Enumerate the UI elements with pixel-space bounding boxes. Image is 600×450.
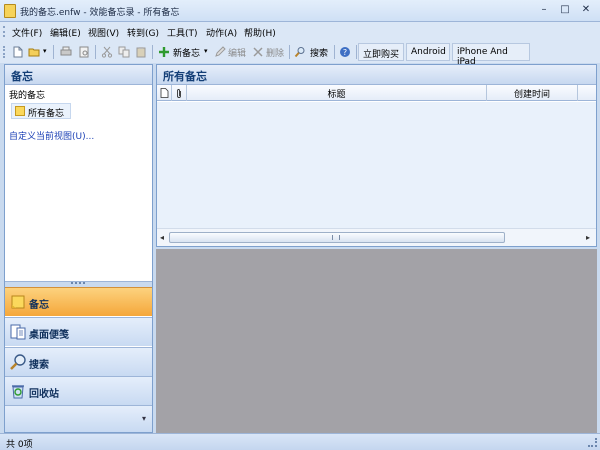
chevron-down-icon[interactable]: ▾ [142, 414, 146, 423]
paperclip-icon [177, 89, 181, 98]
edit-button: 编辑 [228, 49, 247, 59]
navigation-pane-header: 备忘 [5, 65, 152, 85]
search-button[interactable]: 搜索 [310, 46, 328, 59]
menu-edit[interactable]: 编辑(E) [50, 25, 81, 40]
toolbar-separator [334, 45, 335, 59]
toolbar-grip[interactable] [3, 46, 6, 58]
toolbar-separator [95, 45, 96, 59]
minimize-button[interactable]: – [534, 3, 554, 18]
nav-button-memo[interactable]: 备忘 [5, 287, 152, 316]
scroll-left-icon[interactable]: ◂ [160, 233, 164, 242]
scroll-right-icon[interactable]: ▸ [586, 233, 590, 242]
tree-item-label: 所有备忘 [28, 109, 65, 119]
toolbar-separator [356, 45, 357, 59]
menu-file[interactable]: 文件(F) [12, 25, 42, 40]
window-title: 我的备忘.enfw - 效能备忘录 - 所有备忘 [20, 8, 180, 18]
toolbar-separator [53, 45, 54, 59]
nav-overflow-bar[interactable]: ▾ [5, 405, 152, 432]
search-icon [10, 354, 26, 370]
open-dropdown-icon[interactable]: ▾ [43, 47, 47, 55]
tree-item-all-memos[interactable]: 所有备忘 [11, 103, 71, 119]
resize-grip-icon[interactable] [588, 438, 597, 447]
nav-button-sticky-notes[interactable]: 桌面便笺 [5, 317, 152, 346]
memo-list-pane: 所有备忘 标题 创建时间 ◂ ▸ [156, 64, 597, 247]
new-memo-dropdown-icon[interactable]: ▾ [204, 47, 208, 55]
splitter-grip [71, 282, 85, 284]
nav-button-label: 搜索 [29, 360, 49, 371]
menu-action[interactable]: 动作(A) [206, 25, 237, 40]
help-icon[interactable]: ? [339, 46, 351, 58]
reading-pane [156, 249, 597, 433]
column-type[interactable] [157, 85, 172, 101]
buy-now-button[interactable]: 立即购买 [358, 43, 404, 61]
memo-icon [11, 295, 25, 309]
android-button[interactable]: Android [406, 43, 450, 61]
recycle-bin-icon [12, 385, 24, 399]
print-icon [60, 46, 72, 56]
menubar-grip[interactable] [3, 26, 6, 37]
toolbar-separator [289, 45, 290, 59]
folder-group-label: 我的备忘 [9, 91, 46, 101]
close-button[interactable]: ✕ [576, 3, 596, 18]
memo-list-body[interactable] [157, 102, 596, 228]
sticky-note-icon [10, 324, 26, 340]
nav-button-recycle-bin[interactable]: 回收站 [5, 376, 152, 405]
toolbar-separator [152, 45, 153, 59]
menu-tools[interactable]: 工具(T) [167, 25, 198, 40]
customize-view-link[interactable]: 自定义当前视图(U)... [9, 129, 94, 142]
memo-list-header: 所有备忘 [157, 65, 596, 85]
maximize-button[interactable]: □ [555, 3, 575, 18]
print-preview-icon [79, 46, 89, 58]
title-bar: 我的备忘.enfw - 效能备忘录 - 所有备忘 – □ ✕ [0, 0, 600, 22]
app-icon [4, 4, 16, 18]
new-file-icon[interactable] [12, 46, 24, 58]
grid-column-header: 标题 创建时间 [157, 85, 596, 101]
menu-goto[interactable]: 转到(G) [127, 25, 159, 40]
nav-button-label: 桌面便笺 [29, 330, 69, 341]
iphone-ipad-button[interactable]: iPhone And iPad [452, 43, 530, 67]
paste-icon [136, 47, 146, 58]
menu-bar: 文件(F) 编辑(E) 视图(V) 转到(G) 工具(T) 动作(A) 帮助(H… [0, 22, 600, 41]
nav-button-label: 回收站 [29, 389, 59, 400]
menu-view[interactable]: 视图(V) [88, 25, 119, 40]
delete-button: 删除 [266, 49, 285, 59]
open-folder-icon[interactable] [28, 46, 40, 58]
delete-icon [253, 47, 263, 57]
document-icon [160, 88, 168, 98]
item-count: 共 0项 [6, 440, 33, 450]
memo-folder-icon [15, 106, 25, 116]
status-bar: 共 0项 [0, 433, 600, 450]
menu-help[interactable]: 帮助(H) [244, 25, 276, 40]
edit-icon [215, 46, 226, 57]
column-created-time[interactable]: 创建时间 [487, 85, 578, 101]
nav-button-search[interactable]: 搜索 [5, 347, 152, 376]
scrollbar-thumb[interactable] [169, 232, 505, 243]
copy-icon [118, 46, 130, 58]
new-memo-button[interactable]: 新备忘 [173, 46, 200, 59]
column-title[interactable]: 标题 [187, 85, 487, 101]
search-icon[interactable] [294, 46, 306, 58]
horizontal-scrollbar[interactable]: ◂ ▸ [157, 228, 596, 246]
cut-icon [101, 46, 113, 58]
svg-text:?: ? [343, 48, 347, 57]
column-attachment[interactable] [172, 85, 187, 101]
add-icon[interactable] [158, 46, 170, 58]
scrollbar-grip [332, 235, 340, 240]
toolbar: ▾ 新备忘 ▾ 编辑 删除 搜索 ? 立即购买 Android iPhone A… [0, 41, 600, 67]
nav-button-label: 备忘 [29, 300, 49, 311]
navigation-pane: 备忘 我的备忘 所有备忘 自定义当前视图(U)... 备忘 桌面便笺 搜索 回收… [4, 64, 153, 433]
